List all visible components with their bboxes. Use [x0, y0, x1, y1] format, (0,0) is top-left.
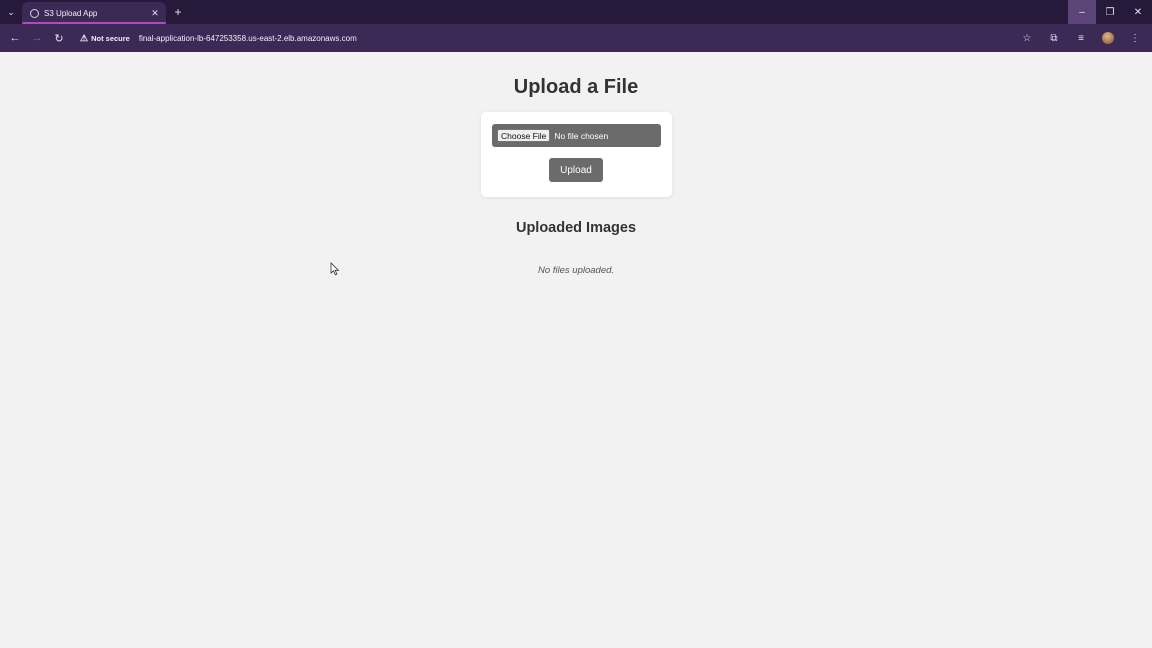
menu-icon[interactable]: ⋮: [1124, 27, 1146, 49]
tab-strip: ⌄ S3 Upload App ✕ + – ❐ ✕: [0, 0, 1152, 24]
security-indicator[interactable]: ⚠ Not secure: [80, 33, 130, 44]
tab-search-icon[interactable]: ⌄: [0, 0, 22, 24]
upload-form: Choose File No file chosen Upload: [481, 112, 672, 197]
page-title: Upload a File: [513, 76, 639, 98]
choose-file-button[interactable]: Choose File: [497, 129, 551, 142]
window-controls: – ❐ ✕: [1068, 0, 1152, 24]
browser-window: ⌄ S3 Upload App ✕ + – ❐ ✕ ← → ↻ ⚠ Not se…: [0, 0, 1152, 648]
tab-close-icon[interactable]: ✕: [150, 8, 160, 19]
address-bar[interactable]: ⚠ Not secure final-application-lb-647253…: [80, 28, 1080, 48]
new-tab-button[interactable]: +: [168, 0, 188, 24]
close-icon[interactable]: ✕: [1124, 0, 1152, 24]
uploaded-images-heading: Uploaded Images: [515, 220, 637, 236]
minimize-icon[interactable]: –: [1068, 0, 1096, 24]
globe-icon: [30, 8, 39, 18]
url-text[interactable]: final-application-lb-647253358.us-east-2…: [139, 34, 357, 43]
upload-button[interactable]: Upload: [549, 158, 603, 182]
extensions-icon[interactable]: ⧉: [1043, 27, 1065, 49]
tab-s3-upload-app[interactable]: S3 Upload App ✕: [22, 2, 166, 24]
profile-avatar[interactable]: [1097, 27, 1119, 49]
forward-icon[interactable]: →: [26, 27, 48, 49]
empty-state-message: No files uploaded.: [537, 265, 615, 276]
restore-icon[interactable]: ❐: [1096, 0, 1124, 24]
back-icon[interactable]: ←: [4, 27, 26, 49]
browser-toolbar: ← → ↻ ⚠ Not secure final-application-lb-…: [0, 24, 1152, 52]
star-icon[interactable]: ☆: [1016, 27, 1038, 49]
warning-icon: ⚠: [80, 32, 89, 43]
security-label: Not secure: [91, 33, 130, 43]
reload-icon[interactable]: ↻: [48, 27, 70, 49]
mouse-cursor-icon: [330, 262, 340, 276]
page-content: Upload a File Choose File No file chosen…: [0, 52, 1152, 648]
tab-title: S3 Upload App: [44, 8, 98, 18]
reading-list-icon[interactable]: ≡: [1070, 27, 1092, 49]
toolbar-actions: ☆ ⧉ ≡ ⋮: [1011, 24, 1146, 52]
file-input[interactable]: Choose File No file chosen: [492, 124, 661, 147]
file-status: No file chosen: [554, 130, 609, 141]
